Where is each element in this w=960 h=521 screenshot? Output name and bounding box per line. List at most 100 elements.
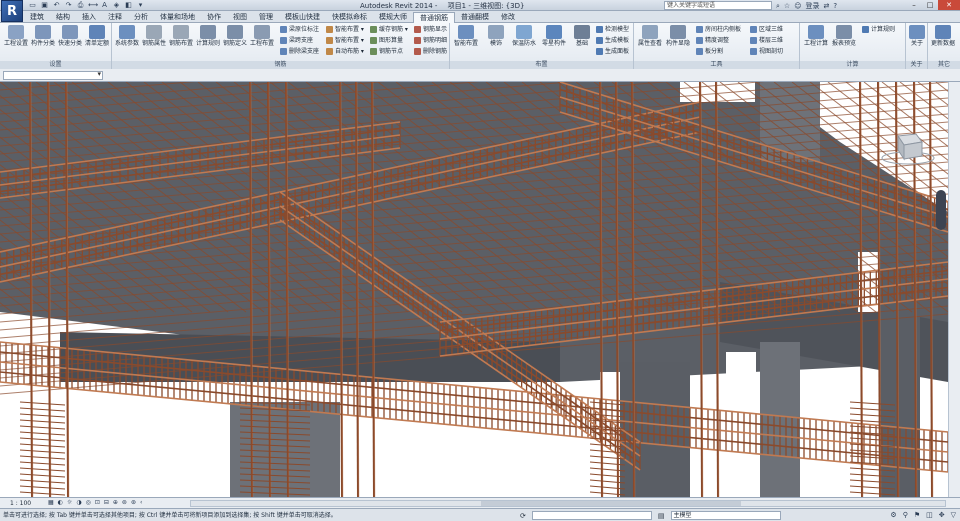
measure-icon[interactable]: ⟷: [88, 1, 98, 10]
auto-rebar-button[interactable]: 自动布筋 ▾: [326, 47, 364, 56]
rebar-props-button[interactable]: 钢筋属性: [140, 25, 168, 47]
quick-classify-button[interactable]: 快速分类: [56, 25, 84, 47]
shadows-icon[interactable]: ◑: [76, 499, 81, 506]
save-icon[interactable]: ▣: [40, 1, 49, 10]
rebar-detail-button[interactable]: 钢筋明细: [414, 36, 447, 45]
bill-quota-button[interactable]: 清单定额: [83, 25, 111, 47]
tab-0[interactable]: 建筑: [24, 12, 50, 23]
slab-split-button[interactable]: 板分割: [696, 47, 741, 56]
tab-7[interactable]: 视图: [227, 12, 253, 23]
search-icon[interactable]: ⌕: [776, 2, 780, 11]
view-scale[interactable]: 1 : 100: [10, 499, 31, 508]
check-model-button[interactable]: 检测模型: [596, 25, 629, 34]
star-icon[interactable]: ☆: [784, 2, 790, 10]
arrow-icon[interactable]: ‹: [140, 499, 142, 506]
tab-14[interactable]: 修改: [495, 12, 521, 23]
select-pinned-icon[interactable]: ⚑: [914, 511, 920, 519]
type-selector[interactable]: [3, 70, 103, 80]
visual-style-icon[interactable]: ◐: [58, 499, 63, 506]
minimize-button[interactable]: –: [906, 0, 922, 10]
beam-annotation-button[interactable]: 梁原位标注: [280, 25, 319, 34]
select-by-face-icon[interactable]: ◫: [926, 511, 933, 519]
crop-icon[interactable]: ⊡: [95, 499, 100, 506]
tab-13[interactable]: 普通翻模: [455, 12, 495, 23]
select-underlay-icon[interactable]: ⚲: [903, 511, 908, 519]
exchange-icon[interactable]: ⇄: [824, 2, 830, 10]
project-settings-button[interactable]: 工程设置: [2, 25, 30, 47]
render-icon[interactable]: ◎: [86, 499, 91, 506]
tab-8[interactable]: 管理: [253, 12, 279, 23]
viewcube[interactable]: [876, 128, 936, 166]
rebar-display-button[interactable]: 钢筋显示: [414, 25, 447, 34]
region-3d-button[interactable]: 区域三维: [750, 25, 783, 34]
component-visibility-button[interactable]: 构件显隐: [664, 25, 692, 47]
report-preview-button[interactable]: 报表预览: [830, 25, 858, 47]
reveal-hidden-icon[interactable]: ⊛: [131, 499, 136, 506]
misc-component-button[interactable]: 零星构件: [540, 25, 568, 47]
tab-6[interactable]: 协作: [201, 12, 227, 23]
navigation-bar-icon[interactable]: [936, 190, 946, 230]
open-icon[interactable]: ▭: [28, 1, 37, 10]
redo-icon[interactable]: ↷: [64, 1, 73, 10]
viewcube-graphic[interactable]: [876, 128, 936, 166]
maximize-button[interactable]: □: [922, 0, 938, 10]
component-classify-button[interactable]: 构件分类: [29, 25, 57, 47]
select-links-icon[interactable]: ⚙: [890, 511, 896, 519]
precision-adjust-button[interactable]: 精度调整: [696, 36, 741, 45]
project-layout-button[interactable]: 工程布置: [248, 25, 276, 47]
rebar-define-button[interactable]: 钢筋定义: [221, 25, 249, 47]
close-button[interactable]: ✕: [938, 0, 960, 10]
view-section-button[interactable]: 视图剖切: [750, 47, 783, 56]
delete-beam-support-button[interactable]: 删除梁支座: [280, 47, 319, 56]
tab-9[interactable]: 模板山快建: [279, 12, 326, 23]
vertical-scrollbar[interactable]: [948, 82, 960, 497]
tab-4[interactable]: 分析: [128, 12, 154, 23]
scrollbar-thumb[interactable]: [481, 501, 741, 506]
tab-1[interactable]: 结构: [50, 12, 76, 23]
tab-10[interactable]: 快模拟命标: [326, 12, 373, 23]
foundation-button[interactable]: 基础: [568, 25, 596, 47]
text-icon[interactable]: A: [100, 1, 109, 10]
rebar-3d-scene[interactable]: [0, 82, 948, 497]
search-input[interactable]: 键入关键字或短语: [664, 1, 772, 10]
smart-layout-button[interactable]: 智能布置: [452, 25, 480, 47]
login-label[interactable]: 登录: [806, 1, 820, 11]
smart-layout-2-button[interactable]: 智能布置 ▾: [326, 36, 364, 45]
beam-span-support-button[interactable]: 梁跨支座: [280, 36, 319, 45]
design-option-icon[interactable]: ▤: [658, 512, 665, 520]
project-calc-button[interactable]: 工程计算: [802, 25, 830, 47]
tab-11[interactable]: 模规大师: [373, 12, 413, 23]
gen-panel-button[interactable]: 生成面板: [596, 47, 629, 56]
undo-icon[interactable]: ↶: [52, 1, 61, 10]
smart-layout-1-button[interactable]: 智能布置 ▾: [326, 25, 364, 34]
tab-3[interactable]: 注释: [102, 12, 128, 23]
user-icon[interactable]: ☺: [794, 2, 801, 10]
system-params-button[interactable]: 系统参数: [113, 25, 141, 47]
room-column-slab-button[interactable]: 房间柱内侧板: [696, 25, 741, 34]
temp-hide-icon[interactable]: ⊚: [122, 499, 127, 506]
tab-12[interactable]: 普通钢筋: [413, 12, 455, 23]
calc-rule-small-button[interactable]: 计算规则: [862, 25, 895, 34]
graphic-quantity-button[interactable]: 图形算量: [370, 36, 408, 45]
tab-5[interactable]: 体量和场地: [154, 12, 201, 23]
help-icon[interactable]: ?: [833, 2, 837, 10]
floor-3d-button[interactable]: 楼层三维: [750, 36, 783, 45]
insulation-button[interactable]: 保温防水: [510, 25, 538, 47]
cache-rebar-button[interactable]: 缓存钢筋 ▾: [370, 25, 408, 34]
gen-formwork-button[interactable]: 生成模板: [596, 36, 629, 45]
section-icon[interactable]: ◧: [124, 1, 133, 10]
calc-rules-button[interactable]: 计算规则: [194, 25, 222, 47]
drag-elements-icon[interactable]: ✥: [939, 511, 945, 519]
3d-viewport[interactable]: [0, 82, 948, 497]
tab-2[interactable]: 插入: [76, 12, 102, 23]
workset-field[interactable]: [531, 511, 652, 520]
worksharing-icon[interactable]: ⟳: [520, 512, 526, 520]
print-icon[interactable]: ⎙: [76, 1, 85, 10]
detail-level-icon[interactable]: ▦: [48, 499, 54, 506]
filter-icon[interactable]: ▽: [951, 511, 956, 519]
show-crop-icon[interactable]: ⊟: [104, 499, 109, 506]
close-window-icon[interactable]: ▾: [136, 1, 145, 10]
about-button[interactable]: 关于: [903, 25, 931, 47]
decoration-button[interactable]: 模饰: [482, 25, 510, 47]
revit-logo-icon[interactable]: R: [1, 0, 23, 22]
